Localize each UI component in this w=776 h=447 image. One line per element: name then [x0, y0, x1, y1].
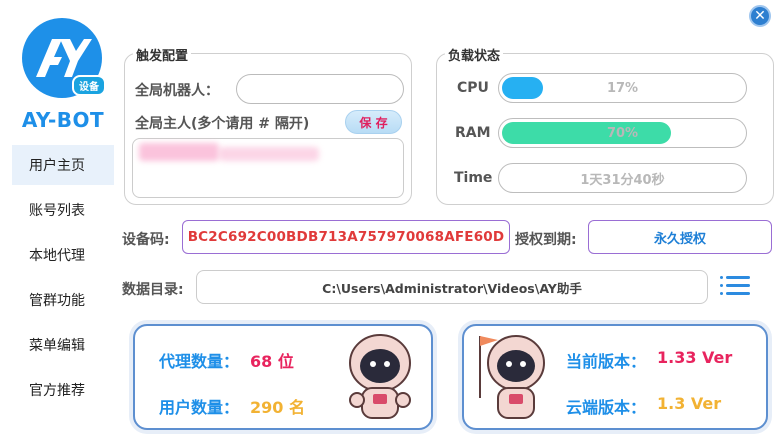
device-code-field[interactable]: BC2C692C00BDB713A757970068AFE60D — [182, 220, 510, 254]
proxy-count-value: 68 位 — [250, 352, 294, 371]
menu-line — [726, 284, 750, 287]
sidebar-nav: 用户主页账号列表本地代理管群功能菜单编辑官方推荐 — [12, 145, 114, 415]
sidebar-item-2[interactable]: 本地代理 — [12, 235, 114, 275]
global-owner-label: 全局主人(多个请用 # 隔开) — [135, 116, 310, 132]
menu-dot — [720, 284, 723, 287]
ram-progress-bar: 70% — [498, 118, 747, 148]
user-count-value: 290 名 — [250, 398, 305, 417]
proxy-count-label: 代理数量： — [159, 352, 240, 371]
load-status-title: 负载状态 — [445, 45, 504, 64]
menu-dot — [720, 292, 723, 295]
global-robot-input[interactable] — [236, 74, 404, 104]
brand-name: AY-BOT — [21, 108, 105, 132]
device-code-label: 设备码: — [122, 232, 170, 248]
cpu-progress-text: 17% — [606, 80, 639, 96]
astronaut-mascot-icon — [479, 335, 545, 419]
auth-expiry-field[interactable]: 永久授权 — [588, 220, 772, 254]
data-dir-label: 数据目录: — [122, 282, 184, 298]
cloud-version-label: 云端版本： — [566, 398, 647, 417]
current-version-value: 1.33 Ver — [657, 348, 733, 367]
global-owner-textarea[interactable] — [132, 138, 404, 198]
save-button[interactable]: 保 存 — [345, 110, 402, 134]
sidebar-item-1[interactable]: 账号列表 — [12, 190, 114, 230]
astronaut-mascot-icon — [349, 334, 411, 419]
close-button[interactable]: ✕ — [749, 5, 771, 27]
list-menu-icon[interactable] — [720, 272, 752, 300]
redacted-owner-text — [219, 147, 319, 161]
cpu-progress-bar: 17% — [498, 73, 747, 103]
menu-line — [726, 276, 750, 279]
version-card: 当前版本： 1.33 Ver 云端版本： 1.3 Ver — [462, 324, 768, 430]
logo: 设备 — [22, 18, 106, 98]
logo-badge: 设备 — [72, 75, 106, 96]
sidebar-item-5[interactable]: 官方推荐 — [12, 370, 114, 410]
ram-label: RAM — [455, 125, 491, 141]
menu-line — [726, 292, 750, 295]
menu-dot — [720, 276, 723, 279]
global-robot-label: 全局机器人： — [135, 83, 219, 99]
close-icon: ✕ — [754, 8, 766, 24]
user-count-label: 用户数量： — [159, 398, 240, 417]
sidebar-item-0[interactable]: 用户主页 — [12, 145, 114, 185]
ram-progress-text: 70% — [606, 125, 639, 141]
current-version-label: 当前版本： — [566, 352, 647, 371]
sidebar-item-4[interactable]: 菜单编辑 — [12, 325, 114, 365]
data-dir-field[interactable]: C:\Users\Administrator\Videos\AY助手 — [196, 270, 708, 304]
time-label: Time — [454, 170, 493, 186]
cloud-version-value: 1.3 Ver — [657, 394, 722, 413]
uptime-box: 1天31分40秒 — [498, 163, 747, 193]
uptime-text: 1天31分40秒 — [580, 172, 665, 188]
sidebar-item-3[interactable]: 管群功能 — [12, 280, 114, 320]
redacted-owner-text — [139, 143, 219, 161]
sidebar: 设备 AY-BOT 用户主页账号列表本地代理管群功能菜单编辑官方推荐 — [0, 0, 116, 447]
cpu-label: CPU — [457, 80, 489, 96]
trigger-config-title: 触发配置 — [133, 45, 192, 64]
stats-card: 代理数量： 68 位 用户数量： 290 名 — [133, 324, 433, 430]
auth-expiry-label: 授权到期: — [515, 232, 577, 248]
